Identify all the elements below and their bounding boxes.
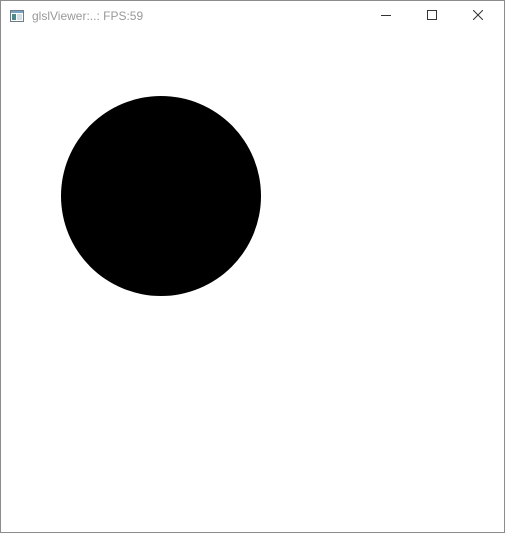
black-circle bbox=[61, 96, 261, 296]
app-window-icon bbox=[10, 9, 24, 22]
close-icon bbox=[472, 7, 484, 25]
canvas-background bbox=[1, 31, 504, 532]
minimize-button[interactable] bbox=[363, 1, 409, 31]
close-button[interactable] bbox=[455, 1, 501, 31]
window-title: glslViewer:..: FPS:59 bbox=[32, 9, 144, 23]
minimize-icon bbox=[381, 7, 391, 25]
title-bar[interactable]: glslViewer:..: FPS:59 bbox=[1, 1, 504, 31]
maximize-button[interactable] bbox=[409, 1, 455, 31]
render-canvas[interactable] bbox=[1, 31, 504, 532]
glslviewer-window: glslViewer:..: FPS:59 bbox=[0, 0, 505, 533]
maximize-icon bbox=[427, 7, 437, 25]
shader-output bbox=[1, 31, 504, 532]
